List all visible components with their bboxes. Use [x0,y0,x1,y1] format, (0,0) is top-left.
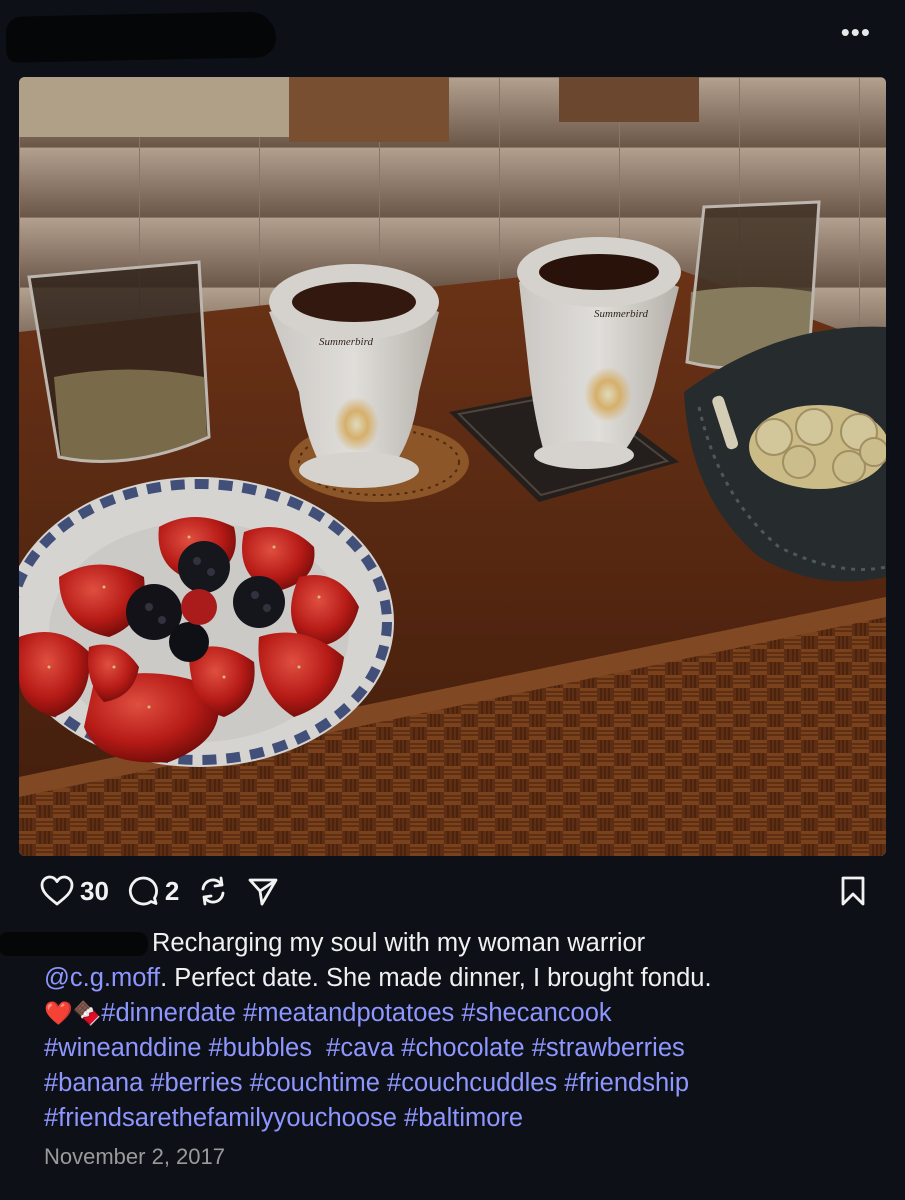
post-date: November 2, 2017 [44,1144,225,1169]
post-photo[interactable]: Summerbird Summerbird [19,77,886,856]
mention-link[interactable]: @c.g.moff [44,964,160,992]
comment-icon [128,876,158,906]
heart-icon [40,875,74,906]
more-options-button[interactable]: ••• [841,19,871,45]
hashtag-line[interactable]: #friendsarethefamilyyouchoose #baltimore [44,1101,864,1136]
like-button[interactable]: 30 [40,875,109,907]
caption-text: Recharging my soul with my woman warrior [152,929,646,957]
post-action-bar: 30 2 [40,872,870,910]
caption-text-2: . Perfect date. She made dinner, I broug… [160,964,712,992]
comment-count: 2 [164,875,180,906]
repost-icon [201,876,225,906]
post-caption: Recharging my soul with my woman warrior… [0,926,864,1136]
emoji-heart-chocolate: ❤️🍫 [44,1000,102,1026]
repost-button[interactable] [197,875,229,907]
bookmark-button[interactable] [840,876,866,911]
share-button[interactable] [247,875,279,907]
caption-line-2: @c.g.moff. Perfect date. She made dinner… [44,961,864,996]
comment-button[interactable]: 2 [127,875,179,907]
bookmark-icon [841,876,865,906]
send-icon [248,878,278,906]
like-count: 30 [80,875,109,906]
hashtag-line[interactable]: #dinnerdate #meatandpotatoes #shecancook [101,999,611,1027]
hashtag-line[interactable]: #banana #berries #couchtime #couchcuddle… [44,1066,864,1101]
caption-line-3: ❤️🍫#dinnerdate #meatandpotatoes #shecanc… [44,996,864,1031]
hashtag-line[interactable]: #wineanddine #bubbles #cava #chocolate #… [44,1031,864,1066]
redacted-username [0,932,148,957]
redacted-username-header [5,11,277,63]
caption-line-1: Recharging my soul with my woman warrior [0,926,864,961]
